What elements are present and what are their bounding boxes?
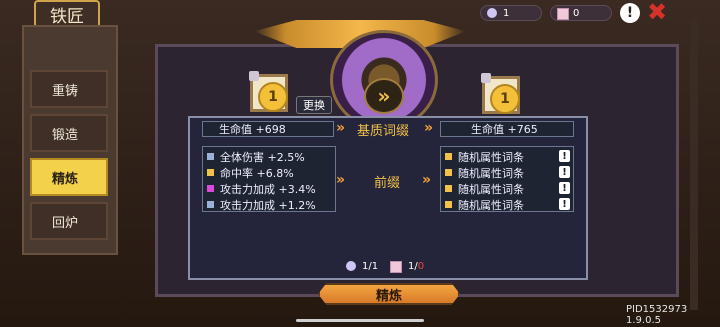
bullet-icon [207, 169, 214, 176]
prefix-arrow-left: » [336, 172, 346, 188]
base-arrow-left: » [336, 120, 346, 136]
card-counter: 0 [550, 5, 612, 21]
prefix-list-left: 全体伤害 +2.5% 命中率 +6.8% 攻击力加成 +3.4% 攻击力加成 +… [202, 146, 336, 212]
home-indicator[interactable] [296, 319, 424, 322]
cost-bar: 1/1 1/0 [340, 258, 440, 275]
card-cost: 1/0 [408, 261, 424, 272]
bullet-icon [445, 185, 452, 192]
swap-button[interactable]: 更换 [296, 96, 332, 114]
tab-refine-label: 精炼 [52, 171, 79, 187]
right-item-slot[interactable]: 1 [481, 73, 520, 114]
card-cost-have: 1/ [408, 261, 418, 272]
bullet-icon [445, 201, 452, 208]
list-item: 攻击力加成 +1.2% [207, 197, 316, 212]
coin-icon: 1 [258, 82, 288, 112]
bullet-icon [207, 201, 214, 208]
refine-button[interactable]: 精炼 [318, 283, 460, 305]
info-icon[interactable]: ! [559, 150, 570, 162]
list-item: 攻击力加成 +3.4% [207, 181, 316, 196]
gem-count: 1 [503, 7, 510, 19]
coin-icon: 1 [490, 84, 520, 114]
list-item-text: 随机属性词条 [458, 182, 524, 196]
list-item: 命中率 +6.8% [207, 165, 294, 180]
list-item-text: 随机属性词条 [458, 198, 524, 212]
tab-smelt-label: 回炉 [52, 215, 79, 231]
right-frame [690, 20, 698, 310]
lock-icon [481, 73, 491, 83]
refine-arrow-button[interactable]: » [364, 78, 404, 114]
prefix-arrow-right: » [422, 172, 432, 188]
page-title: 铁匠 [34, 0, 100, 28]
gem-icon [346, 261, 356, 271]
list-item: 随机属性词条 [445, 165, 524, 180]
close-icon[interactable]: ✖ [646, 0, 668, 26]
tab-forge-label: 锻造 [52, 127, 79, 143]
gem-icon [487, 8, 497, 18]
info-icon[interactable]: ! [559, 166, 570, 178]
tab-smelt[interactable]: 回炉 [30, 202, 108, 240]
tab-refine[interactable]: 精炼 [30, 158, 108, 196]
list-item: 随机属性词条 [445, 149, 524, 164]
prefix-label: 前缀 [374, 176, 401, 191]
gem-counter: 1 [480, 5, 542, 21]
list-item-text: 随机属性词条 [458, 166, 524, 180]
list-item-text: 随机属性词条 [458, 150, 524, 164]
base-affix-label: 基质词缀 [357, 124, 410, 139]
base-arrow-right: » [424, 120, 434, 136]
lock-icon [249, 71, 259, 81]
list-item: 随机属性词条 [445, 181, 524, 196]
info-icon[interactable]: ! [559, 182, 570, 194]
card-icon [557, 8, 569, 20]
list-item-text: 攻击力加成 +1.2% [220, 198, 316, 212]
info-icon[interactable]: ! [559, 198, 570, 210]
bullet-icon [207, 185, 214, 192]
bullet-icon [445, 169, 452, 176]
list-item-text: 命中率 +6.8% [220, 166, 294, 180]
card-cost-need: 0 [417, 261, 425, 272]
left-item-slot[interactable]: 1 [249, 71, 288, 112]
card-count: 0 [573, 7, 580, 19]
tab-recast-label: 重铸 [52, 83, 79, 99]
list-item: 全体伤害 +2.5% [207, 149, 305, 164]
base-stat-right: 生命值 +765 [440, 121, 574, 137]
bullet-icon [207, 153, 214, 160]
prefix-list-right: 随机属性词条 随机属性词条 随机属性词条 随机属性词条 ! ! ! ! [440, 146, 574, 212]
bullet-icon [445, 153, 452, 160]
info-icon[interactable]: ! [620, 3, 640, 23]
tab-forge[interactable]: 锻造 [30, 114, 108, 152]
card-icon [390, 261, 402, 273]
build-id: PID1532973 1.9.0.5 [626, 304, 688, 326]
list-item: 随机属性词条 [445, 197, 524, 212]
base-stat-left: 生命值 +698 [202, 121, 334, 137]
list-item-text: 全体伤害 +2.5% [220, 150, 305, 164]
gem-cost: 1/1 [362, 261, 379, 272]
list-item-text: 攻击力加成 +3.4% [220, 182, 316, 196]
tab-recast[interactable]: 重铸 [30, 70, 108, 108]
